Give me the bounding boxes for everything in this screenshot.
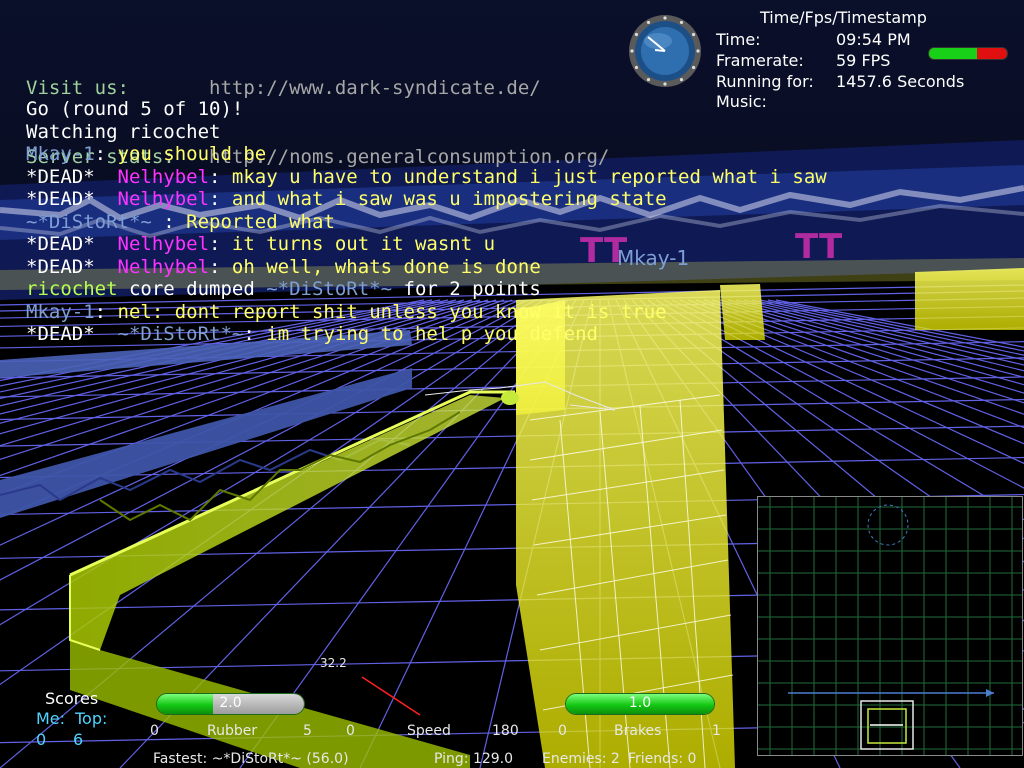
minimap [757, 496, 1023, 756]
chat-segment: Nelhybel [117, 188, 210, 210]
chat-segment: core dumped [117, 278, 267, 300]
chat-segment: : [94, 300, 118, 323]
visit-label: Visit us: [26, 77, 129, 99]
chat-segment: im trying to hel p you defend [266, 323, 598, 345]
chat-line: *DEAD* Nelhybel: oh well, whats done is … [26, 256, 827, 279]
clock-icon [629, 15, 701, 87]
chat-segment: : [151, 210, 187, 233]
brakes-label: Brakes [614, 723, 662, 739]
music-label: Music: [716, 92, 767, 111]
status-title: Time/Fps/Timestamp [760, 8, 927, 27]
chat-segment: Nelhybel [117, 233, 210, 255]
chat-line: Mkay-1: nel: dont report shit unless you… [26, 301, 827, 324]
running-label: Running for: [716, 72, 814, 91]
chat-segment: : [209, 255, 232, 278]
chat-segment: *DEAD* [26, 255, 118, 278]
chat-line: ricochet core dumped ~*DiStoRt*~ for 2 p… [26, 278, 827, 301]
chat-line: ~*DiStoRt*~ : Reported what [26, 211, 827, 234]
health-bar-fill [929, 48, 978, 59]
enemies-count: Enemies: 2 [542, 751, 620, 767]
rubber-min: 0 [150, 723, 159, 739]
fastest-player: Fastest: ~*DiStoRt*~ (56.0) [153, 751, 349, 767]
chat-segment: Mkay-1 [26, 300, 95, 323]
health-bar [928, 47, 1008, 60]
chat-segment: Nelhybel [117, 165, 210, 188]
chat-segment: it turns out it wasnt u [231, 233, 496, 255]
chat-segment: *DEAD* [26, 233, 118, 255]
brakes-value: 1.0 [628, 695, 652, 711]
chat-segment: ricochet [26, 278, 118, 300]
player-name-tag: Mkay-1 [617, 246, 690, 270]
chat-line: Mkay-1: you should be [26, 143, 827, 166]
friends-count: Friends: 0 [628, 751, 697, 767]
my-score: 0 [36, 730, 47, 749]
chat-segment: : [243, 323, 267, 345]
chat-segment: ~*DiStoRt*~ [117, 323, 244, 345]
rubber-label: Rubber [207, 723, 258, 739]
chat-segment: *DEAD* [26, 188, 118, 210]
brakes-meter: 1.0 [566, 694, 714, 714]
running-value: 1457.6 Seconds [836, 72, 965, 91]
framerate-label: Framerate: [716, 51, 804, 70]
framerate-value: 59 FPS [836, 51, 891, 70]
brakes-min: 0 [558, 723, 567, 739]
speed-label: Speed [407, 723, 451, 739]
chat-segment: : [209, 188, 232, 210]
chat-segment: : [209, 233, 232, 255]
chat-segment: Watching ricochet [26, 120, 221, 143]
chat-line: *DEAD* ~*DiStoRt*~: im trying to hel p y… [26, 323, 827, 346]
chat-segment: for 2 points [392, 278, 541, 300]
brakes-max: 1 [712, 723, 721, 739]
chat-segment: Nelhybel [117, 255, 210, 278]
chat-segment: nel: dont report shit unless you know it… [117, 300, 667, 323]
chat-segment: Mkay-1 [26, 143, 95, 165]
chat-line: *DEAD* Nelhybel: mkay u have to understa… [26, 166, 827, 189]
chat-segment: *DEAD* [26, 323, 118, 345]
rubber-max: 5 [303, 723, 312, 739]
time-value: 09:54 PM [836, 30, 911, 49]
chat-line: *DEAD* Nelhybel: it turns out it wasnt u [26, 233, 827, 256]
time-label: Time: [716, 30, 761, 49]
chat-segment: Go (round 5 of 10)! [26, 98, 244, 120]
chat-segment: you should be [117, 143, 267, 165]
top-score: 6 [73, 730, 84, 749]
chat-segment: *DEAD* [26, 165, 118, 188]
chat-segment: oh well, whats done is done [231, 255, 541, 278]
rubber-meter: 2.0 [157, 694, 304, 714]
visit-url[interactable]: http://www.dark-syndicate.de/ [209, 77, 541, 99]
chat-segment: : [209, 165, 232, 188]
chat-segment: ~*DiStoRt*~ [26, 210, 152, 233]
chat-segment: : [94, 143, 118, 165]
me-label: Me: [36, 709, 66, 728]
chat-line: *DEAD* Nelhybel: and what i saw was u im… [26, 188, 827, 211]
chat-segment: and what i saw was u impostering state [231, 188, 667, 210]
chat-segment: ~*DiStoRt*~ [266, 278, 393, 300]
chat-line: Go (round 5 of 10)! [26, 98, 827, 121]
rubber-value: 2.0 [219, 695, 242, 711]
speed-max: 180 [492, 723, 519, 739]
link-row-visit: Visit us: http://www.dark-syndicate.de/ [26, 77, 609, 100]
top-label: Top: [75, 709, 108, 728]
chat-segment: mkay u have to understand i just reporte… [231, 165, 827, 188]
scores-title: Scores [45, 689, 99, 708]
chat-line: Watching ricochet [26, 121, 827, 144]
chat-log: Go (round 5 of 10)! Watching ricochet Mkay… [26, 98, 827, 346]
speed-readout: 32.2 [320, 656, 347, 670]
chat-segment: Reported what [186, 210, 335, 233]
game-screen: TT TT Visit us: http://www.dark-syndicate… [0, 0, 1024, 768]
ping-readout: Ping: 129.0 [434, 751, 514, 767]
speed-min: 0 [346, 723, 355, 739]
